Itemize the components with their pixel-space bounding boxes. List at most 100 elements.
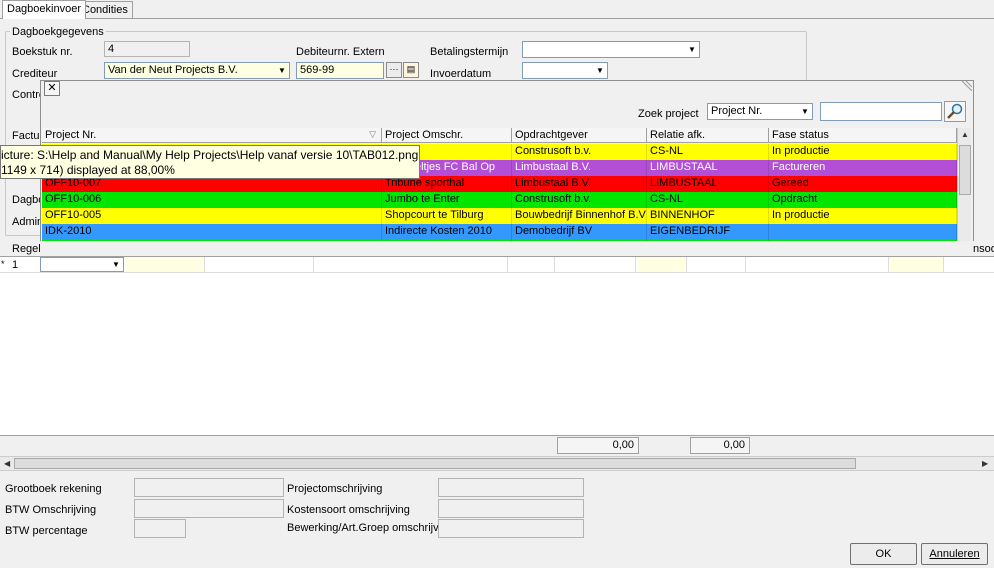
row-cell[interactable] (509, 257, 555, 272)
table-cell: IDK-2010 (42, 224, 382, 240)
lookup-icon[interactable]: ▤ (403, 62, 419, 78)
table-cell: LIMBUSTAAL (647, 176, 769, 192)
zoek-input[interactable] (820, 102, 942, 121)
invoerdatum-combo[interactable]: ▼ (522, 62, 608, 79)
boekstuk-label: Boekstuk nr. (12, 46, 73, 58)
table-cell: In productie (769, 208, 957, 224)
resize-grip-icon[interactable] (958, 81, 972, 91)
row-cell[interactable] (890, 257, 944, 272)
table-cell: Demobedrijf BV (512, 224, 647, 240)
chevron-down-icon[interactable]: ▼ (275, 63, 289, 78)
tab-divider (0, 18, 994, 19)
search-icon (947, 103, 963, 119)
btw-percentage-field (134, 519, 186, 538)
row-number: 1 (12, 259, 19, 271)
btw-percentage-label: BTW percentage (5, 525, 88, 537)
bewerking-label: Bewerking/Art.Groep omschrijving (287, 522, 454, 534)
close-button[interactable]: ✕ (44, 81, 60, 96)
scrollbar-thumb[interactable] (959, 145, 971, 195)
crediteur-value: Van der Neut Projects B.V. (108, 64, 238, 76)
table-cell: CS-NL (647, 192, 769, 208)
projectomschrijving-field (438, 478, 584, 497)
table-cell (769, 224, 957, 240)
ellipsis-button[interactable]: ··· (386, 62, 402, 78)
bewerking-field (438, 519, 584, 538)
scroll-left-icon[interactable]: ◀ (4, 459, 10, 468)
chevron-down-icon[interactable]: ▼ (593, 63, 607, 78)
table-cell: OFF10-006 (42, 192, 382, 208)
col-opdrachtgever[interactable]: Opdrachtgever (512, 128, 647, 143)
kostensoort-field (438, 499, 584, 518)
col-regel[interactable]: Regel (12, 243, 41, 255)
boekstuk-field: 4 (104, 41, 190, 57)
annuleren-button[interactable]: Annuleren (921, 543, 988, 565)
col-truncated[interactable]: nsoo (973, 243, 994, 255)
col-project-omschr[interactable]: Project Omschr. (382, 128, 512, 143)
col-relatie-afk[interactable]: Relatie afk. (647, 128, 769, 143)
projectomschrijving-label: Projectomschrijving (287, 483, 383, 495)
table-cell: Gereed (769, 176, 957, 192)
betaling-combo[interactable]: ▼ (522, 41, 700, 58)
table-row[interactable]: * 1 ▼ (0, 257, 994, 273)
row-cell[interactable] (125, 257, 205, 272)
horizontal-scrollbar[interactable]: ◀ ▶ (0, 456, 994, 471)
chevron-down-icon[interactable]: ▼ (685, 42, 699, 57)
project-grid-header: Project Nr. ▽ Project Omschr. Opdrachtge… (42, 128, 957, 143)
table-row[interactable]: OFF10-005 Shopcourt te Tilburg Bouwbedrijf… (42, 208, 957, 224)
total-amount-1: 0,00 (557, 437, 639, 454)
search-button[interactable] (944, 101, 966, 122)
col-label: Project Nr. (45, 129, 97, 141)
invoerdatum-label: Invoerdatum (430, 68, 492, 80)
table-cell: EIGENBEDRIJF (647, 224, 769, 240)
row-cell[interactable] (206, 257, 314, 272)
side-label-admin: Admin (12, 216, 44, 228)
popup-scrollbar[interactable]: ▲ ▼ (957, 128, 971, 256)
total-amount-2: 0,00 (690, 437, 750, 454)
chevron-down-icon[interactable]: ▼ (798, 104, 812, 119)
col-fase-status[interactable]: Fase status (769, 128, 957, 143)
table-row[interactable]: OFF10-006 Jumbo te Enter Construsoft b.v. C… (42, 192, 957, 208)
image-tooltip: icture: S:\Help and Manual\My Help Proje… (0, 145, 420, 179)
table-cell: BINNENHOF (647, 208, 769, 224)
crediteur-combo[interactable]: Van der Neut Projects B.V. ▼ (104, 62, 290, 79)
row-cell[interactable] (315, 257, 508, 272)
new-row-marker: * (1, 259, 5, 269)
table-cell: Limbustaal B.V. (512, 176, 647, 192)
zoek-select-value: Project Nr. (711, 105, 763, 117)
table-cell: Jumbo te Enter (382, 192, 512, 208)
ok-button[interactable]: OK (850, 543, 917, 565)
group-title: Dagboekgegevens (10, 26, 106, 38)
betaling-label: Betalingstermijn (430, 46, 509, 58)
tooltip-line-1: icture: S:\Help and Manual\My Help Proje… (1, 148, 419, 162)
scrollbar-thumb[interactable] (14, 458, 856, 469)
scroll-up-icon[interactable]: ▲ (961, 130, 969, 139)
table-cell: Construsoft b.v. (512, 192, 647, 208)
crediteur-label: Crediteur (12, 68, 58, 80)
table-cell: Construsoft b.v. (512, 144, 647, 160)
tab-dagboekinvoer[interactable]: Dagboekinvoer (2, 0, 86, 19)
scroll-right-icon[interactable]: ▶ (982, 459, 988, 468)
tooltip-line-2: 1149 x 714) displayed at 88,00% (1, 163, 175, 177)
table-row[interactable]: IDK-2010 Indirecte Kosten 2010 Demobedrijf… (42, 224, 957, 240)
debiteur-field[interactable]: 569-99 (296, 62, 384, 79)
row-cell[interactable] (688, 257, 746, 272)
btw-omschrijving-field (134, 499, 284, 518)
row-cell[interactable] (747, 257, 889, 272)
regel-grid-header: Regel nsoo (0, 241, 994, 257)
grootboek-field (134, 478, 284, 497)
chevron-down-icon[interactable]: ▼ (109, 258, 123, 271)
row-cell[interactable] (556, 257, 636, 272)
row-combo[interactable]: ▼ (40, 257, 124, 272)
table-cell: LIMBUSTAAL (647, 160, 769, 176)
totals-bar (0, 435, 994, 455)
side-label-factu: Factu (12, 130, 40, 142)
filter-icon[interactable]: ▽ (369, 129, 376, 140)
zoek-select[interactable]: Project Nr. ▼ (707, 103, 813, 120)
table-cell: Indirecte Kosten 2010 (382, 224, 512, 240)
zoek-project-label: Zoek project (638, 108, 699, 120)
col-project-nr[interactable]: Project Nr. ▽ (42, 128, 382, 143)
table-cell: Bouwbedrijf Binnenhof B.V. (512, 208, 647, 224)
btw-omschrijving-label: BTW Omschrijving (5, 504, 97, 516)
row-cell[interactable] (637, 257, 687, 272)
kostensoort-label: Kostensoort omschrijving (287, 504, 410, 516)
